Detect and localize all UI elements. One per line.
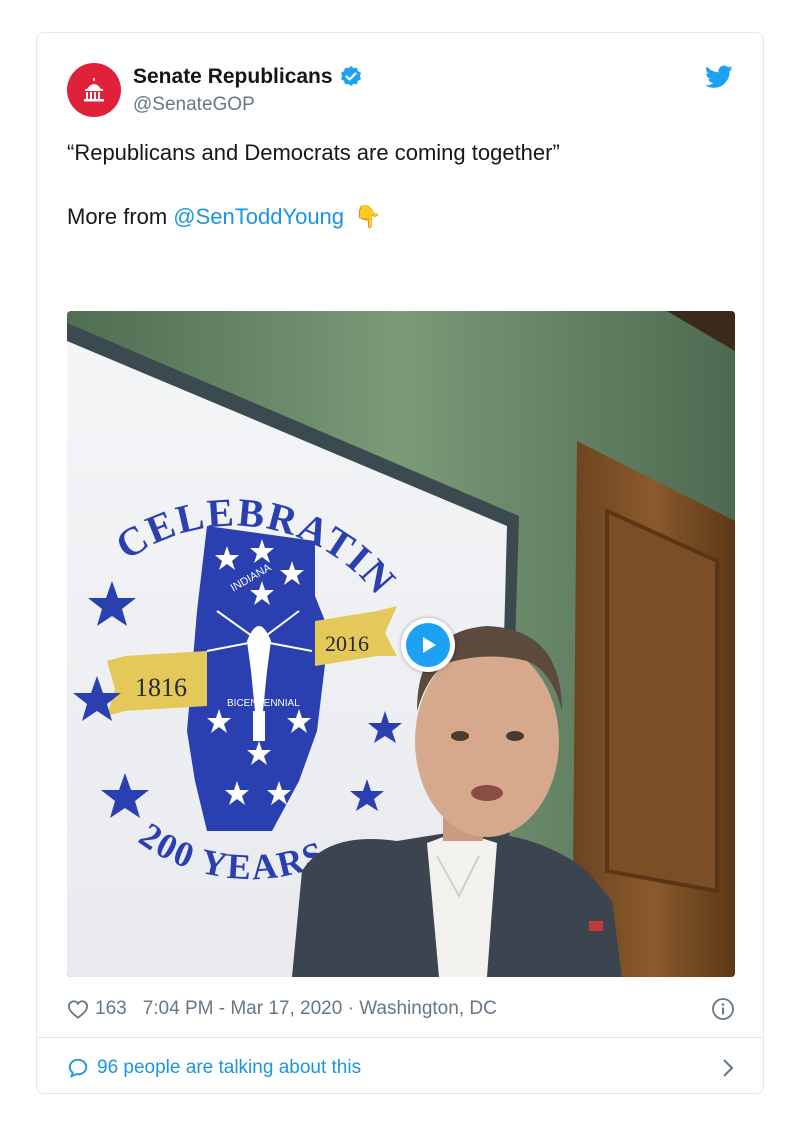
tweet-text-line1: “Republicans and Democrats are coming to… [67, 140, 560, 165]
tweet-text-prefix: More from [67, 204, 168, 229]
info-icon[interactable] [711, 997, 735, 1021]
account-name[interactable]: Senate Republicans [133, 65, 333, 89]
talking-count-text[interactable]: 96 people are talking about this [97, 1057, 361, 1079]
capitol-icon [84, 78, 104, 102]
state-sub-text: BICENTENNIAL [227, 698, 300, 709]
account-handle[interactable]: @SenateGOP [133, 94, 255, 116]
divider [37, 1037, 763, 1038]
heart-icon[interactable] [67, 999, 89, 1019]
pointing-down-emoji: 👇 [354, 204, 382, 229]
play-icon [423, 637, 436, 653]
twitter-bird-icon[interactable] [705, 65, 733, 89]
play-button[interactable] [401, 618, 455, 672]
tweet-meta-row: 163 7:04 PM - Mar 17, 2020 · Washington,… [67, 993, 735, 1025]
year-right-text: 2016 [325, 631, 369, 656]
like-count[interactable]: 163 [95, 998, 127, 1020]
avatar[interactable] [67, 63, 121, 117]
tweet-card: Senate Republicans @SenateGOP “Republica… [36, 32, 764, 1094]
mention-link[interactable]: @SenToddYoung [173, 203, 344, 231]
reply-bubble-icon [68, 1058, 88, 1079]
verified-badge-icon [340, 66, 361, 86]
chevron-right-icon[interactable] [721, 1057, 735, 1079]
account-name-row[interactable]: Senate Republicans [133, 65, 363, 89]
tweet-text-line2: More from @SenToddYoung 👇 [67, 203, 381, 231]
year-left-text: 1816 [135, 673, 187, 702]
tweet-timestamp[interactable]: 7:04 PM - Mar 17, 2020 · Washington, DC [143, 998, 497, 1020]
conversation-link[interactable]: 96 people are talking about this [67, 1053, 735, 1083]
video-player[interactable]: CELEBRATING INDIANA [67, 311, 735, 977]
